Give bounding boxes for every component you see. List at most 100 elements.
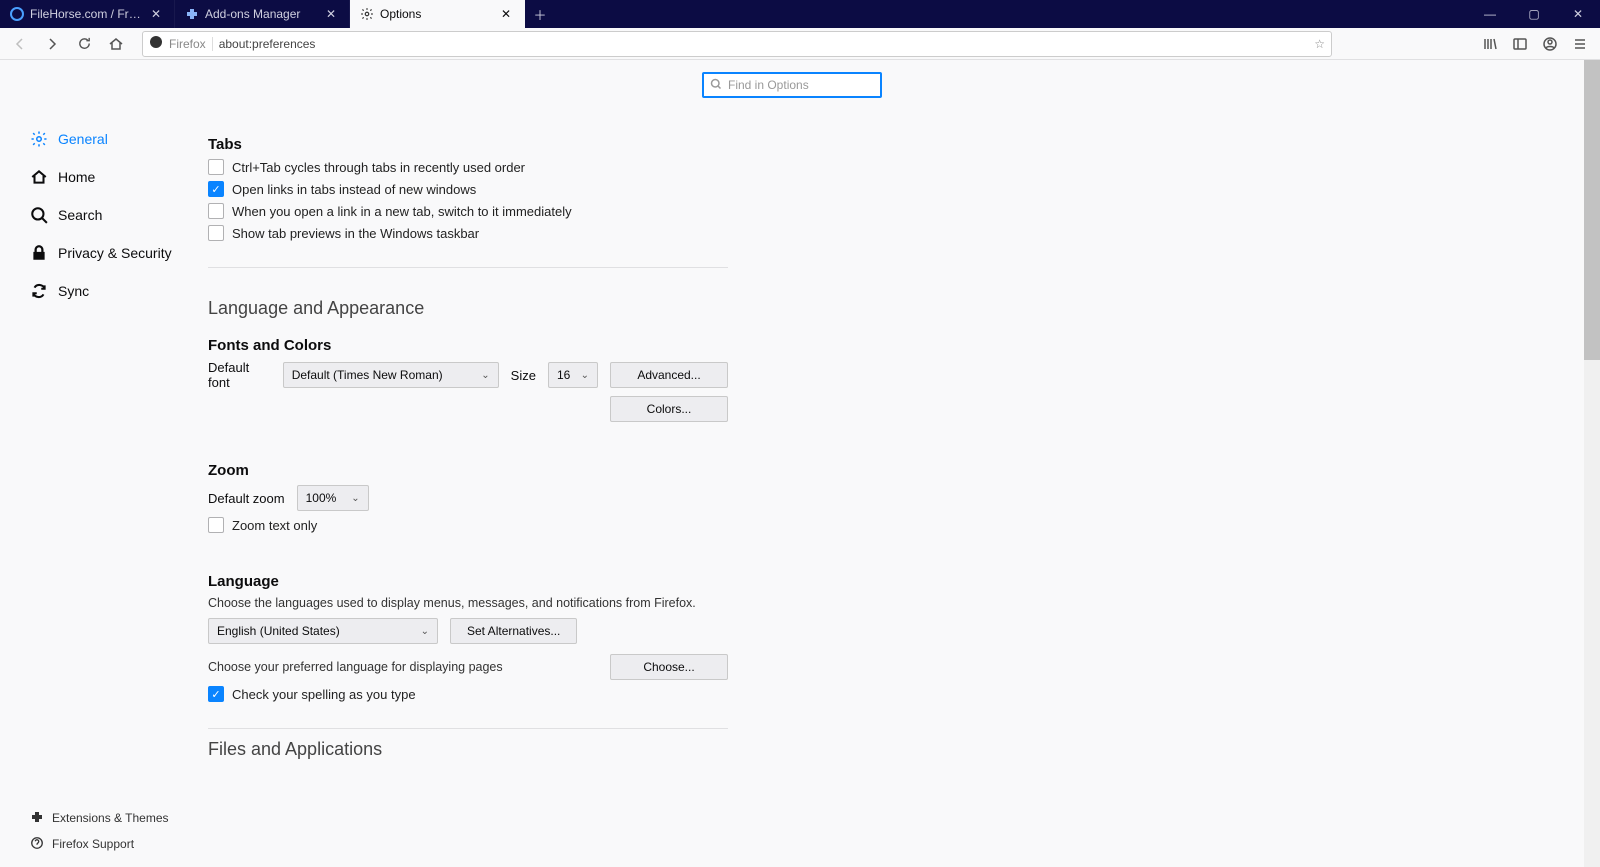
language-desc-1: Choose the languages used to display men… — [208, 596, 728, 610]
sidebar-item-general[interactable]: General — [30, 120, 200, 158]
sidebar-item-label: Sync — [58, 283, 89, 299]
link-label: Extensions & Themes — [52, 811, 169, 825]
select-value: 16 — [557, 368, 570, 382]
select-value: Default (Times New Roman) — [292, 368, 443, 382]
sidebar-item-privacy[interactable]: Privacy & Security — [30, 234, 200, 272]
library-button[interactable] — [1476, 30, 1504, 58]
sidebar-item-sync[interactable]: Sync — [30, 272, 200, 310]
section-title-language: Language — [208, 573, 728, 590]
sidebar-button[interactable] — [1506, 30, 1534, 58]
section-title-zoom: Zoom — [208, 462, 728, 479]
extensions-themes-link[interactable]: Extensions & Themes — [30, 805, 169, 831]
colors-button[interactable]: Colors... — [610, 396, 728, 422]
gear-icon — [30, 130, 48, 148]
menu-button[interactable] — [1566, 30, 1594, 58]
url-bar[interactable]: Firefox about:preferences ☆ — [142, 31, 1332, 57]
browser-tabstrip: FileHorse.com / Free Software … ✕ Add-on… — [0, 0, 1600, 28]
preferences-page: General Home Search Privacy & Security S… — [0, 60, 1584, 867]
chevron-down-icon: ⌄ — [581, 370, 589, 381]
separator — [208, 728, 728, 729]
checkbox-ctrl-tab[interactable] — [208, 159, 224, 175]
help-icon — [30, 836, 44, 853]
puzzle-icon — [30, 810, 44, 827]
chevron-down-icon: ⌄ — [421, 626, 429, 637]
size-label: Size — [511, 368, 536, 383]
chevron-down-icon: ⌄ — [351, 493, 359, 504]
scrollbar-thumb[interactable] — [1584, 60, 1600, 360]
lock-icon — [30, 244, 48, 262]
section-title-tabs: Tabs — [208, 136, 728, 153]
checkbox-label: Open links in tabs instead of new window… — [232, 182, 476, 197]
addons-icon — [185, 7, 199, 21]
browser-tab-2[interactable]: Options ✕ — [350, 0, 525, 28]
tab-label: FileHorse.com / Free Software … — [30, 7, 142, 21]
url-text: about:preferences — [219, 37, 316, 51]
default-font-select[interactable]: Default (Times New Roman) ⌄ — [283, 362, 499, 388]
checkbox-switch-immediately[interactable] — [208, 203, 224, 219]
home-button[interactable] — [102, 30, 130, 58]
minimize-button[interactable]: — — [1468, 0, 1512, 28]
select-value: English (United States) — [217, 624, 340, 638]
advanced-fonts-button[interactable]: Advanced... — [610, 362, 728, 388]
sidebar-item-label: Search — [58, 207, 102, 223]
checkbox-taskbar-previews[interactable] — [208, 225, 224, 241]
identity-label: Firefox — [169, 37, 213, 51]
checkbox-open-links-in-tabs[interactable] — [208, 181, 224, 197]
search-icon — [710, 78, 722, 93]
sidebar-item-home[interactable]: Home — [30, 158, 200, 196]
new-tab-button[interactable]: ＋ — [525, 0, 555, 28]
back-button[interactable] — [6, 30, 34, 58]
choose-languages-button[interactable]: Choose... — [610, 654, 728, 680]
account-button[interactable] — [1536, 30, 1564, 58]
tab-label: Add-ons Manager — [205, 7, 317, 21]
link-label: Firefox Support — [52, 837, 134, 851]
close-window-button[interactable]: ✕ — [1556, 0, 1600, 28]
maximize-button[interactable]: ▢ — [1512, 0, 1556, 28]
checkbox-spellcheck[interactable] — [208, 686, 224, 702]
section-title-language-appearance: Language and Appearance — [208, 298, 728, 319]
firefox-brand-icon — [149, 35, 163, 52]
sidebar-item-label: Privacy & Security — [58, 245, 172, 261]
separator — [208, 267, 728, 268]
select-value: 100% — [306, 491, 337, 505]
bottom-links: Extensions & Themes Firefox Support — [30, 805, 169, 857]
window-controls: — ▢ ✕ — [1468, 0, 1600, 28]
search-input[interactable] — [728, 78, 883, 92]
set-alternatives-button[interactable]: Set Alternatives... — [450, 618, 577, 644]
language-desc-2: Choose your preferred language for displ… — [208, 660, 503, 674]
browser-tab-1[interactable]: Add-ons Manager ✕ — [175, 0, 350, 28]
forward-button[interactable] — [38, 30, 66, 58]
checkbox-label: Ctrl+Tab cycles through tabs in recently… — [232, 160, 525, 175]
close-icon[interactable]: ✕ — [498, 7, 514, 21]
firefox-support-link[interactable]: Firefox Support — [30, 831, 169, 857]
checkbox-label: Show tab previews in the Windows taskbar — [232, 226, 479, 241]
checkbox-label: Check your spelling as you type — [232, 687, 416, 702]
default-zoom-select[interactable]: 100% ⌄ — [297, 485, 369, 511]
close-icon[interactable]: ✕ — [323, 7, 339, 21]
close-icon[interactable]: ✕ — [148, 7, 164, 21]
display-language-select[interactable]: English (United States) ⌄ — [208, 618, 438, 644]
category-sidebar: General Home Search Privacy & Security S… — [30, 120, 200, 310]
gear-icon — [360, 7, 374, 21]
reload-button[interactable] — [70, 30, 98, 58]
sidebar-item-search[interactable]: Search — [30, 196, 200, 234]
home-icon — [30, 168, 48, 186]
sidebar-item-label: General — [58, 131, 108, 147]
checkbox-zoom-text-only[interactable] — [208, 517, 224, 533]
sync-icon — [30, 282, 48, 300]
section-title-files: Files and Applications — [208, 739, 728, 760]
checkbox-label: When you open a link in a new tab, switc… — [232, 204, 572, 219]
search-icon — [30, 206, 48, 224]
vertical-scrollbar[interactable] — [1584, 60, 1600, 867]
font-size-select[interactable]: 16 ⌄ — [548, 362, 598, 388]
preferences-content: Tabs Ctrl+Tab cycles through tabs in rec… — [208, 136, 728, 778]
browser-tab-0[interactable]: FileHorse.com / Free Software … ✕ — [0, 0, 175, 28]
chevron-down-icon: ⌄ — [481, 370, 489, 381]
search-in-options[interactable] — [702, 72, 882, 98]
bookmark-star-icon[interactable]: ☆ — [1314, 37, 1325, 51]
sidebar-item-label: Home — [58, 169, 95, 185]
nav-toolbar: Firefox about:preferences ☆ — [0, 28, 1600, 60]
site-icon — [10, 7, 24, 21]
section-title-fonts: Fonts and Colors — [208, 337, 728, 354]
default-zoom-label: Default zoom — [208, 491, 285, 506]
